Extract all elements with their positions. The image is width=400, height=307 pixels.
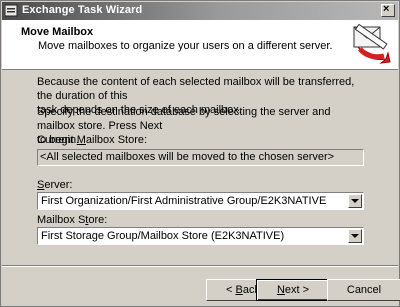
label-text: Mailbox S — [37, 214, 86, 226]
button-text: Cancel — [346, 284, 382, 296]
current-mailbox-store-field: <All selected mailboxes will be moved to… — [37, 149, 364, 166]
close-button[interactable]: × — [381, 3, 395, 17]
exchange-wizard-icon — [5, 4, 18, 17]
server-label: Server: — [37, 179, 72, 191]
server-dropdown-button[interactable] — [348, 194, 362, 208]
button-accelerator: B — [235, 284, 243, 296]
label-accelerator: M — [76, 134, 86, 146]
description-line: Specify the destination database by sele… — [37, 106, 331, 132]
server-dropdown[interactable]: First Organization/First Administrative … — [37, 192, 364, 210]
label-text: ailbox Store: — [85, 134, 148, 146]
button-separator — [2, 265, 398, 267]
button-text: ext > — [284, 284, 310, 296]
window-title: Exchange Task Wizard — [22, 4, 143, 16]
button-accelerator: N — [276, 284, 285, 296]
wizard-header: Move Mailbox Move mailboxes to organize … — [2, 20, 398, 70]
mailbox-store-dropdown-button[interactable] — [348, 229, 362, 243]
page-title: Move Mailbox — [21, 26, 94, 38]
label-text: erver: — [44, 179, 73, 191]
dropdown-arrow-icon — [351, 234, 359, 238]
button-text: < — [226, 284, 236, 296]
move-mailbox-graphic — [353, 23, 391, 64]
mailbox-store-selected-value: First Storage Group/Mailbox Store (E2K3N… — [41, 230, 285, 242]
next-button[interactable]: Next > — [256, 279, 330, 301]
cancel-button[interactable]: Cancel — [327, 279, 400, 301]
dropdown-arrow-icon — [351, 199, 359, 203]
title-bar[interactable]: Exchange Task Wizard × — [2, 2, 398, 20]
description-line: Because the content of each selected mai… — [37, 76, 355, 102]
close-icon: × — [383, 3, 390, 15]
wizard-window: Exchange Task Wizard × Move Mailbox Move… — [0, 0, 400, 307]
server-selected-value: First Organization/First Administrative … — [41, 195, 327, 207]
mailbox-store-label: Mailbox Store: — [37, 214, 107, 226]
page-subtitle: Move mailboxes to organize your users on… — [38, 40, 333, 52]
mailbox-store-dropdown[interactable]: First Storage Group/Mailbox Store (E2K3N… — [37, 227, 364, 245]
current-mailbox-store-label: Current Mailbox Store: — [37, 134, 147, 146]
label-text: ore: — [88, 214, 108, 226]
label-text: Current — [37, 134, 77, 146]
